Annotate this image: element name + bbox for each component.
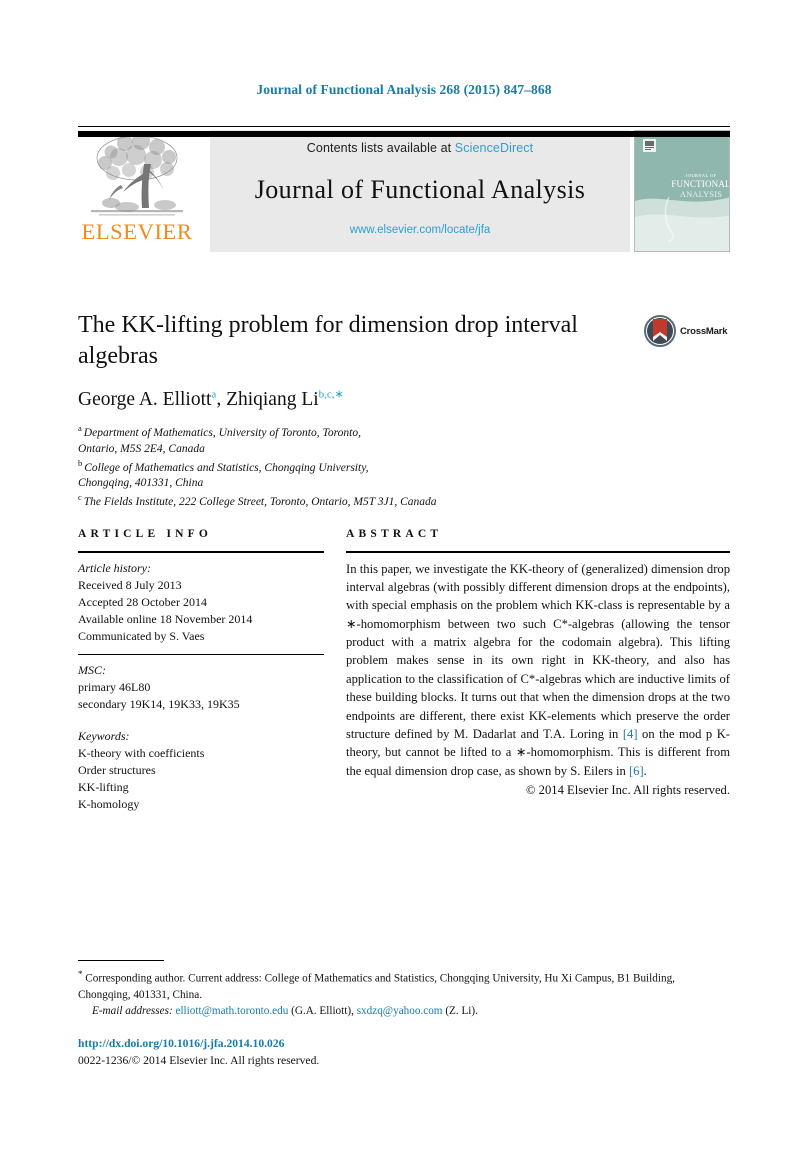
abstract-part-3: .: [643, 763, 647, 778]
contents-prefix: Contents lists available at: [306, 141, 455, 155]
elsevier-wordmark: ELSEVIER: [81, 219, 193, 244]
article-info-heading: ARTICLE INFO: [78, 528, 213, 540]
abstract-reference-6[interactable]: [6]: [629, 764, 644, 778]
masthead-top-rule: [78, 126, 730, 127]
affiliation-b: b College of Mathematics and Statistics, …: [78, 458, 730, 477]
keyword-2: Order structures: [78, 762, 156, 777]
author-separator: ,: [216, 388, 227, 410]
abstract-column: ABSTRACT In this paper, we investigate t…: [346, 528, 730, 798]
svg-text:ANALYSIS: ANALYSIS: [680, 190, 722, 199]
title-area: The KK-lifting problem for dimension dro…: [78, 310, 730, 371]
abstract-text: In this paper, we investigate the KK-the…: [346, 560, 730, 781]
svg-text:FUNCTIONAL: FUNCTIONAL: [671, 179, 730, 189]
page-title: The KK-lifting problem for dimension dro…: [78, 312, 578, 369]
affiliation-a-line1: Department of Mathematics, University of…: [83, 426, 361, 439]
history-available-online: Available online 18 November 2014: [78, 611, 253, 626]
journal-title: Journal of Functional Analysis: [254, 174, 586, 204]
affiliation-b-line2-row: Chongqing, 401331, China: [78, 476, 730, 492]
article-info-column: ARTICLE INFO Article history: Received 8…: [78, 528, 324, 813]
sciencedirect-link[interactable]: ScienceDirect: [455, 141, 533, 155]
email-link-1[interactable]: elliott@math.toronto.edu: [175, 1005, 288, 1017]
affiliation-b-mark: b: [78, 457, 83, 468]
email-end: .: [475, 1004, 478, 1017]
email-addresses-label: E-mail addresses:: [92, 1004, 173, 1017]
abstract-copyright: © 2014 Elsevier Inc. All rights reserved…: [525, 783, 730, 797]
corresponding-author-mark: *: [78, 969, 83, 980]
affiliation-a-line2: Ontario, M5S 2E4, Canada: [78, 442, 205, 455]
abstract-reference-4[interactable]: [4]: [623, 727, 638, 741]
journal-homepage-link[interactable]: www.elsevier.com/locate/jfa: [350, 224, 491, 236]
author-2-name: Zhiqiang Li: [226, 388, 319, 410]
article-history-label: Article history:: [78, 560, 151, 575]
email-link-2[interactable]: sxdzq@yahoo.com: [357, 1005, 443, 1017]
footnote-rule: [78, 960, 164, 962]
msc-secondary: secondary 19K14, 19K33, 19K35: [78, 696, 240, 711]
keywords-block: Keywords: K-theory with coefficients Ord…: [78, 728, 324, 813]
affiliation-b-line1: College of Mathematics and Statistics, C…: [84, 461, 369, 474]
journal-masthead: ELSEVIER Contents lists available at Sci…: [78, 126, 730, 256]
msc-block: MSC: primary 46L80 secondary 19K14, 19K3…: [78, 662, 324, 713]
keywords-spacer: [78, 713, 324, 728]
affiliation-a-line2-row: Ontario, M5S 2E4, Canada: [78, 442, 730, 458]
keyword-4: K-homology: [78, 796, 140, 811]
email-owner-1: (G.A. Elliott): [291, 1004, 352, 1017]
publication-footer: http://dx.doi.org/10.1016/j.jfa.2014.10.…: [78, 1036, 730, 1070]
author-list: George A. Elliotta, Zhiqiang Lib,c,∗: [78, 387, 730, 411]
affiliation-b-line2: Chongqing, 401331, China: [78, 477, 204, 490]
author-1: George A. Elliotta: [78, 388, 216, 410]
corresponding-author-note: * Corresponding author. Current address:…: [78, 968, 730, 1004]
masthead-bottom-bar: [78, 131, 730, 137]
crossmark-badge[interactable]: CrossMark: [644, 314, 730, 348]
author-2-affiliation-marks[interactable]: b,c,∗: [319, 388, 344, 400]
history-received: Received 8 July 2013: [78, 577, 182, 592]
msc-primary: primary 46L80: [78, 679, 151, 694]
journal-cover-thumbnail[interactable]: JOURNAL OF FUNCTIONAL ANALYSIS: [634, 130, 730, 252]
email-note: E-mail addresses: elliott@math.toronto.e…: [78, 1004, 730, 1020]
affiliation-c: c The Fields Institute, 222 College Stree…: [78, 492, 730, 511]
keyword-3: KK-lifting: [78, 779, 129, 794]
abstract-part-1: In this paper, we investigate the KK-the…: [346, 561, 730, 741]
keyword-1: K-theory with coefficients: [78, 745, 205, 760]
article-info-rule: [78, 551, 324, 553]
issn-copyright-line: 0022-1236/© 2014 Elsevier Inc. All right…: [78, 1053, 320, 1067]
msc-label: MSC:: [78, 662, 106, 677]
affiliation-c-mark: c: [78, 492, 82, 503]
corresponding-author-text: Corresponding author. Current address: C…: [78, 972, 675, 1001]
author-2: Zhiqiang Lib,c,∗: [226, 388, 344, 410]
history-communicated-by: Communicated by S. Vaes: [78, 628, 205, 643]
doi-link[interactable]: http://dx.doi.org/10.1016/j.jfa.2014.10.…: [78, 1036, 730, 1053]
svg-text:JOURNAL OF: JOURNAL OF: [686, 173, 717, 178]
affiliation-c-line1: The Fields Institute, 222 College Street…: [83, 495, 437, 508]
history-accepted: Accepted 28 October 2014: [78, 594, 207, 609]
footnote-area: * Corresponding author. Current address:…: [78, 960, 730, 1020]
running-head: Journal of Functional Analysis 268 (2015…: [256, 82, 552, 97]
affiliation-a-mark: a: [78, 423, 82, 433]
affiliation-list: a Department of Mathematics, University o…: [78, 423, 730, 511]
abstract-rule: [346, 551, 730, 553]
article-history-block: Article history: Received 8 July 2013 Ac…: [78, 560, 324, 645]
contents-available-line: Contents lists available at ScienceDirec…: [307, 141, 533, 155]
sciencedirect-panel: Contents lists available at ScienceDirec…: [210, 130, 630, 252]
keywords-label: Keywords:: [78, 728, 130, 743]
affiliation-a: a Department of Mathematics, University o…: [78, 423, 730, 442]
elsevier-logo[interactable]: ELSEVIER: [78, 130, 196, 252]
abstract-heading: ABSTRACT: [346, 528, 443, 540]
email-owner-2: (Z. Li): [445, 1004, 476, 1017]
msc-divider-rule: [78, 653, 324, 655]
crossmark-badge-icon: [644, 315, 676, 347]
author-1-name: George A. Elliott: [78, 388, 212, 410]
elsevier-tree-icon: [81, 130, 193, 220]
paper-page: Journal of Functional Analysis 268 (2015…: [0, 0, 808, 1162]
crossmark-label: CrossMark: [680, 325, 728, 337]
